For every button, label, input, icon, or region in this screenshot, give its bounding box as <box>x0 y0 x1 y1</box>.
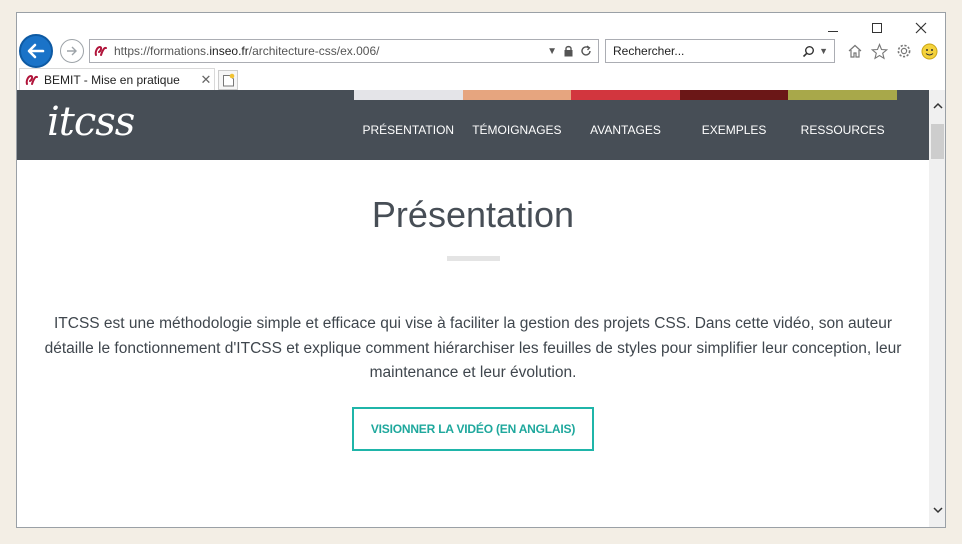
page-viewport: itcss PRÉSENTATION TÉMOIGNAGES AVANTAGES… <box>17 90 929 527</box>
site-favicon-icon <box>94 44 108 58</box>
nav-link-avantages[interactable]: AVANTAGES <box>571 123 680 137</box>
nav-link-presentation[interactable]: PRÉSENTATION <box>354 123 463 137</box>
color-strip-segment <box>788 90 897 100</box>
gear-icon[interactable] <box>894 41 914 61</box>
browser-tab[interactable]: BEMIT - Mise en pratique ✕ <box>19 68 215 90</box>
maximize-button[interactable] <box>865 18 889 38</box>
tab-favicon-icon <box>25 74 38 85</box>
search-input[interactable]: Rechercher... ▼ <box>605 39 835 63</box>
search-icon[interactable] <box>802 45 815 58</box>
color-strip-segment <box>679 90 789 100</box>
favorites-star-icon[interactable] <box>869 41 889 61</box>
site-header: itcss PRÉSENTATION TÉMOIGNAGES AVANTAGES… <box>17 90 929 160</box>
scroll-up-icon[interactable] <box>929 90 945 120</box>
scrollbar-thumb[interactable] <box>931 124 944 159</box>
title-divider <box>447 256 500 261</box>
browser-window: https://formations.inseo.fr/architecture… <box>16 12 946 528</box>
intro-paragraph: ITCSS est une méthodologie simple et eff… <box>44 315 902 381</box>
back-arrow-icon <box>27 43 45 59</box>
tab-close-icon[interactable]: ✕ <box>198 72 214 88</box>
color-strip-segment <box>354 90 463 100</box>
nav-link-exemples[interactable]: EXEMPLES <box>680 123 789 137</box>
refresh-icon[interactable] <box>580 45 592 57</box>
scroll-down-icon[interactable] <box>929 495 945 525</box>
site-logo[interactable]: itcss <box>47 99 135 145</box>
new-tab-button[interactable] <box>218 70 238 90</box>
home-icon[interactable] <box>845 41 865 61</box>
tab-title: BEMIT - Mise en pratique <box>44 72 180 87</box>
watch-video-button[interactable]: VISIONNER LA VIDÉO (EN ANGLAIS) <box>352 407 594 451</box>
back-button[interactable] <box>19 34 53 68</box>
dropdown-icon[interactable]: ▼ <box>547 46 557 57</box>
minimize-button[interactable] <box>821 18 845 38</box>
search-dropdown-icon[interactable]: ▼ <box>819 46 828 56</box>
site-nav: PRÉSENTATION TÉMOIGNAGES AVANTAGES EXEMP… <box>354 123 897 137</box>
address-bar[interactable]: https://formations.inseo.fr/architecture… <box>89 39 599 63</box>
forward-button[interactable] <box>60 39 84 63</box>
color-strip-segment <box>571 90 680 100</box>
new-tab-icon <box>222 73 234 87</box>
lock-icon <box>564 45 573 57</box>
close-window-button[interactable] <box>909 18 933 38</box>
forward-arrow-icon <box>67 46 77 56</box>
nav-link-ressources[interactable]: RESSOURCES <box>788 123 897 137</box>
feedback-smiley-icon[interactable] <box>919 41 939 61</box>
color-strip <box>354 90 897 100</box>
color-strip-segment <box>462 90 572 100</box>
url-text: https://formations.inseo.fr/architecture… <box>114 44 380 58</box>
vertical-scrollbar[interactable] <box>929 90 945 527</box>
nav-link-temoignages[interactable]: TÉMOIGNAGES <box>463 123 572 137</box>
page-title: Présentation <box>371 194 575 235</box>
